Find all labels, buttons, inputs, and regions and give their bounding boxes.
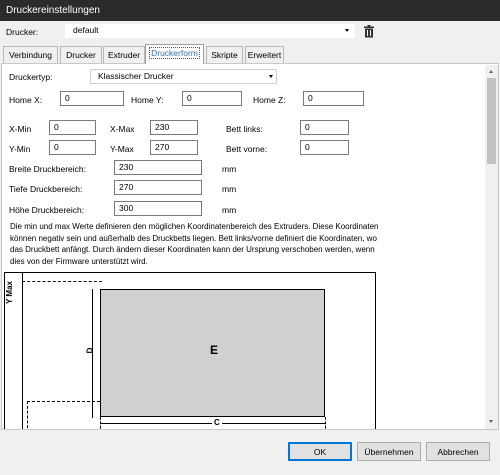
tab-panel: Druckertyp: Klassischer Drucker Home X: … bbox=[1, 63, 499, 430]
bed-left-label: Bett links: bbox=[226, 124, 263, 134]
tab-extruder[interactable]: Extruder bbox=[103, 46, 145, 63]
tab-erweitert[interactable]: Erweitert bbox=[245, 46, 284, 63]
ok-button[interactable]: OK bbox=[288, 442, 352, 461]
xmin-label: X-Min bbox=[9, 124, 32, 134]
window-title: Druckereinstellungen bbox=[0, 0, 500, 21]
dialog-footer bbox=[0, 431, 500, 475]
print-depth-input[interactable]: 270 bbox=[114, 180, 202, 195]
printer-type-label: Druckertyp: bbox=[9, 72, 53, 82]
tab-drucker[interactable]: Drucker bbox=[60, 46, 102, 63]
ymax-label: Y-Max bbox=[110, 144, 134, 154]
print-height-input[interactable]: 300 bbox=[114, 201, 202, 216]
ymin-label: Y-Min bbox=[9, 144, 31, 154]
tab-verbindung[interactable]: Verbindung bbox=[3, 46, 58, 63]
print-depth-label: Tiefe Druckbereich: bbox=[9, 184, 83, 194]
d-dimension-label: D bbox=[85, 347, 95, 354]
c-dimension-label: C bbox=[212, 418, 222, 427]
chevron-down-icon bbox=[345, 29, 349, 32]
home-z-input[interactable]: 0 bbox=[303, 91, 364, 106]
print-width-input[interactable]: 230 bbox=[114, 160, 202, 175]
printer-type-select[interactable]: Klassischer Drucker bbox=[90, 69, 277, 84]
home-y-input[interactable]: 0 bbox=[182, 91, 242, 106]
print-height-unit: mm bbox=[222, 205, 237, 215]
scroll-down-icon[interactable] bbox=[489, 420, 493, 423]
printer-label: Drucker: bbox=[6, 27, 39, 37]
printer-select[interactable]: default bbox=[65, 24, 355, 38]
xmin-guide-line bbox=[27, 401, 28, 429]
ymax-guide-line bbox=[22, 281, 102, 282]
vertical-scrollbar[interactable] bbox=[485, 65, 498, 429]
xmax-label: X-Max bbox=[110, 124, 135, 134]
print-width-unit: mm bbox=[222, 164, 237, 174]
tab-skripte[interactable]: Skripte bbox=[206, 46, 243, 63]
xmin-input[interactable]: 0 bbox=[49, 120, 96, 135]
tab-druckerform-label: Druckerform bbox=[149, 47, 200, 59]
scrollbar-thumb[interactable] bbox=[487, 78, 496, 164]
printer-type-value: Klassischer Drucker bbox=[98, 71, 174, 81]
print-height-label: Höhe Druckbereich: bbox=[9, 205, 85, 215]
home-y-label: Home Y: bbox=[131, 95, 164, 105]
bed-label: E bbox=[210, 343, 219, 357]
print-width-label: Breite Druckbereich: bbox=[9, 164, 87, 174]
d-dimension-line bbox=[92, 289, 93, 418]
home-z-label: Home Z: bbox=[253, 95, 286, 105]
cancel-button[interactable]: Abbrechen bbox=[426, 442, 490, 461]
tab-druckerform[interactable]: Druckerform bbox=[145, 44, 204, 64]
panel-content: Druckertyp: Klassischer Drucker Home X: … bbox=[2, 64, 484, 429]
apply-button[interactable]: Übernehmen bbox=[357, 442, 421, 461]
xmax-input[interactable]: 230 bbox=[150, 120, 198, 135]
ymin-guide-line bbox=[27, 401, 100, 402]
printer-select-value: default bbox=[73, 25, 99, 35]
bed-front-input[interactable]: 0 bbox=[300, 140, 349, 155]
ymax-input[interactable]: 270 bbox=[150, 140, 198, 155]
ymax-axis-line bbox=[22, 273, 23, 429]
bed-front-label: Bett vorne: bbox=[226, 144, 268, 154]
ymin-input[interactable]: 0 bbox=[49, 140, 96, 155]
chevron-down-icon bbox=[269, 75, 273, 78]
home-x-input[interactable]: 0 bbox=[60, 91, 124, 106]
ymax-diagram-label: Y Max bbox=[4, 281, 14, 304]
bed-left-input[interactable]: 0 bbox=[300, 120, 349, 135]
scroll-up-icon[interactable] bbox=[489, 70, 493, 73]
trash-icon[interactable] bbox=[364, 25, 374, 38]
home-x-label: Home X: bbox=[9, 95, 43, 105]
print-area-diagram: Y Max D E C bbox=[4, 272, 376, 429]
description-text: Die min und max Werte definieren den mög… bbox=[10, 222, 379, 266]
bed-right-guide-line bbox=[325, 417, 326, 429]
print-depth-unit: mm bbox=[222, 184, 237, 194]
